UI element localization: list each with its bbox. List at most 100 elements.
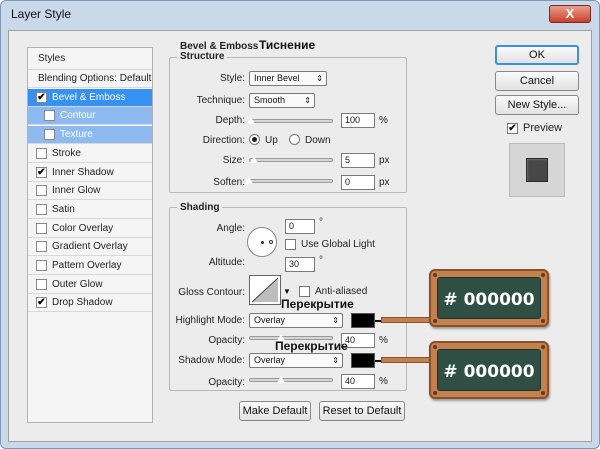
- direction-up-radio[interactable]: [249, 134, 260, 145]
- ok-button[interactable]: OK: [495, 45, 579, 65]
- style-checkbox[interactable]: [36, 260, 47, 271]
- contour-dropdown-arrow-icon[interactable]: ▼: [283, 287, 291, 296]
- styles-item-label: Blending Options: Default: [38, 73, 152, 84]
- style-checkbox[interactable]: [36, 222, 47, 234]
- soften-input[interactable]: 0: [341, 175, 375, 190]
- angle-input[interactable]: 0: [285, 219, 315, 234]
- highlight-mode-dropdown[interactable]: Overlay ⇕: [249, 313, 343, 328]
- styles-item-color-overlay[interactable]: Color Overlay: [28, 220, 152, 238]
- highlight-mode-value: Overlay: [254, 315, 286, 325]
- shadow-mode-dropdown[interactable]: Overlay ⇕: [249, 353, 343, 368]
- styles-item-pattern-overlay[interactable]: Pattern Overlay: [28, 257, 152, 275]
- technique-dropdown[interactable]: Smooth ⇕: [249, 93, 315, 108]
- altitude-label: Altitude:: [208, 257, 245, 268]
- shadow-color-swatch[interactable]: [351, 353, 375, 368]
- shading-title: Shading: [177, 202, 223, 213]
- angle-label: Angle:: [216, 223, 245, 234]
- direction-down-radio[interactable]: [289, 134, 300, 145]
- style-dropdown[interactable]: Inner Bevel ⇕: [249, 71, 327, 86]
- shadow-opacity-input[interactable]: 40: [341, 374, 375, 389]
- preview-checkbox[interactable]: ✔: [507, 123, 518, 134]
- styles-item-gradient-overlay[interactable]: Gradient Overlay: [28, 238, 152, 257]
- style-checkbox[interactable]: [36, 203, 47, 215]
- size-slider[interactable]: [249, 158, 333, 162]
- gloss-contour-picker[interactable]: [249, 275, 281, 305]
- size-slider-thumb[interactable]: [250, 156, 258, 163]
- angle-dial[interactable]: [247, 227, 277, 257]
- use-global-light-checkbox[interactable]: [285, 239, 296, 250]
- style-checkbox[interactable]: [36, 185, 47, 197]
- shadow-connector: [381, 357, 433, 363]
- styles-item-label: Texture: [60, 129, 93, 141]
- altitude-degree: °: [319, 255, 323, 266]
- size-input[interactable]: 5: [341, 153, 375, 168]
- altitude-input[interactable]: 30: [285, 257, 315, 272]
- shadow-opacity-label: Opacity:: [208, 377, 245, 388]
- direction-up-label: Up: [265, 135, 278, 146]
- updown-arrow-icon: ⇕: [332, 316, 339, 325]
- styles-item-label: Satin: [52, 203, 75, 215]
- style-checkbox[interactable]: [44, 129, 55, 141]
- styles-item-drop-shadow[interactable]: ✔ Drop Shadow: [28, 294, 152, 313]
- shadow-opacity-slider[interactable]: [249, 378, 333, 382]
- style-checkbox[interactable]: ✔: [36, 91, 47, 103]
- styles-item-label: Inner Glow: [52, 185, 101, 197]
- shadow-opacity-thumb[interactable]: [277, 376, 285, 383]
- style-checkbox[interactable]: [36, 147, 47, 159]
- make-default-button[interactable]: Make Default: [239, 401, 311, 421]
- style-checkbox[interactable]: ✔: [36, 166, 47, 178]
- title-bar[interactable]: Layer Style X: [1, 1, 599, 29]
- depth-slider[interactable]: [249, 119, 333, 123]
- highlight-color-board: # 000000: [429, 269, 549, 327]
- soften-slider[interactable]: [249, 179, 333, 183]
- preview-label: Preview: [523, 122, 563, 134]
- direction-down-label: Down: [305, 135, 331, 146]
- updown-arrow-icon: ⇕: [332, 356, 339, 365]
- styles-header[interactable]: Styles: [28, 48, 152, 70]
- style-checkbox[interactable]: [36, 278, 47, 290]
- styles-item-contour[interactable]: Contour: [28, 107, 152, 126]
- highlight-opacity-unit: %: [379, 335, 388, 346]
- styles-item-inner-shadow[interactable]: ✔ Inner Shadow: [28, 164, 152, 182]
- shadow-hex-label: # 000000: [437, 349, 541, 391]
- styles-item-label: Color Overlay: [52, 222, 114, 234]
- styles-item-texture[interactable]: Texture: [28, 126, 152, 145]
- dialog-body: Styles Blending Options: Default ✔ Bevel &…: [8, 30, 592, 442]
- styles-item-label: Contour: [60, 110, 96, 122]
- highlight-connector: [381, 317, 433, 323]
- nail-icon: [541, 391, 545, 395]
- styles-item-bevel-emboss[interactable]: ✔ Bevel & Emboss: [28, 88, 152, 107]
- style-checkbox[interactable]: [44, 110, 55, 122]
- soften-label: Soften:: [213, 177, 245, 188]
- anti-aliased-checkbox[interactable]: [299, 286, 310, 297]
- styles-item-label: Outer Glow: [52, 278, 103, 290]
- size-unit: px: [379, 155, 390, 166]
- styles-item-blending-options-default[interactable]: Blending Options: Default: [28, 70, 152, 88]
- angle-dial-handle[interactable]: [269, 240, 273, 244]
- nail-icon: [433, 391, 437, 395]
- styles-item-outer-glow[interactable]: Outer Glow: [28, 276, 152, 294]
- direction-label: Direction:: [202, 135, 245, 146]
- depth-input[interactable]: 100: [341, 113, 375, 128]
- highlight-color-swatch[interactable]: [351, 313, 375, 328]
- depth-slider-thumb[interactable]: [247, 117, 255, 124]
- nail-icon: [433, 273, 437, 277]
- styles-item-label: Stroke: [52, 147, 81, 159]
- soften-unit: px: [379, 177, 390, 188]
- preview-swatch: [526, 158, 548, 182]
- nail-icon: [433, 345, 437, 349]
- styles-item-satin[interactable]: Satin: [28, 201, 152, 219]
- new-style-button[interactable]: New Style...: [495, 95, 579, 115]
- nail-icon: [433, 319, 437, 323]
- cancel-button[interactable]: Cancel: [495, 71, 579, 91]
- styles-item-inner-glow[interactable]: Inner Glow: [28, 182, 152, 201]
- reset-default-button[interactable]: Reset to Default: [319, 401, 405, 421]
- technique-label: Technique:: [196, 95, 245, 106]
- technique-value: Smooth: [254, 95, 286, 105]
- close-button[interactable]: X: [549, 5, 591, 23]
- soften-slider-thumb[interactable]: [245, 177, 253, 184]
- style-checkbox[interactable]: [36, 241, 47, 253]
- style-checkbox[interactable]: ✔: [36, 297, 47, 309]
- styles-item-stroke[interactable]: Stroke: [28, 145, 152, 163]
- style-label: Style:: [219, 73, 245, 84]
